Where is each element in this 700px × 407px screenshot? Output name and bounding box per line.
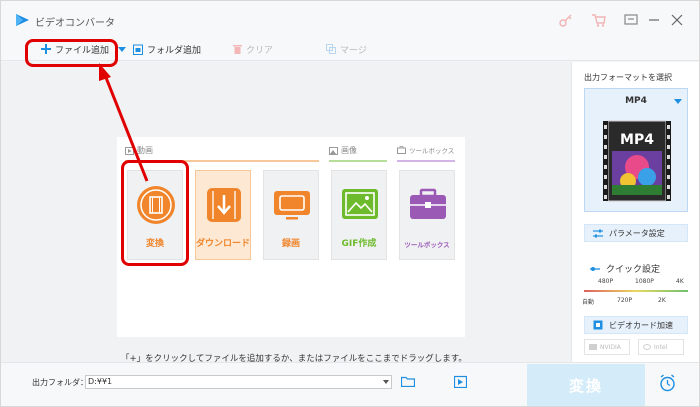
output-folder-dropdown-icon[interactable] — [383, 380, 389, 384]
parameter-settings-button[interactable]: パラメータ設定 — [584, 224, 688, 242]
output-folder-value: D:¥¥1 — [88, 377, 113, 386]
output-folder-label: 出力フォルダ： — [32, 378, 88, 387]
nvidia-badge: NVIDIA — [584, 339, 630, 355]
add-folder-label: フォルダ追加 — [147, 45, 202, 56]
output-sidebar: 出力フォーマットを選択 MP4 MP4 パラメータ設定 クイック設定 480P … — [571, 62, 699, 362]
clear-button[interactable]: クリア — [233, 41, 273, 57]
toolbox-card-label: ツールボックス — [404, 241, 450, 249]
annotation-highlight-add-file — [25, 39, 118, 67]
intel-icon — [643, 344, 651, 350]
key-icon[interactable] — [558, 12, 574, 28]
convert-button[interactable]: 変換 — [527, 364, 645, 406]
intel-label: Intel — [654, 343, 668, 351]
quality-tick-2k: 2K — [658, 297, 666, 304]
bottom-bar: 出力フォルダ： D:¥¥1 変換 — [1, 362, 699, 406]
mp4-thumbnail-text: MP4 — [620, 132, 654, 148]
download-card-label: ダウンロード — [196, 239, 251, 249]
minimize-icon[interactable] — [646, 12, 662, 28]
app-window: ビデオコンバータ ファイル追加 フォルダ追加 クリア マージ 動画 画像 ツール… — [0, 0, 700, 407]
folder-add-icon — [133, 44, 143, 55]
clear-label: クリア — [246, 45, 274, 56]
merge-button[interactable]: マージ — [326, 41, 367, 57]
browse-folder-icon[interactable] — [401, 376, 415, 387]
download-card[interactable]: ダウンロード — [195, 170, 251, 260]
quality-tick-480p: 480P — [598, 278, 614, 285]
gpu-icon — [593, 320, 603, 330]
category-toolbox-label: ツールボックス — [409, 147, 455, 155]
trash-icon — [233, 45, 242, 54]
intel-badge: Intel — [638, 339, 684, 355]
merge-icon — [326, 44, 336, 54]
gif-card[interactable]: GIF作成 — [331, 170, 387, 260]
mp4-thumbnail-icon: MP4 — [603, 120, 671, 202]
quality-tick-auto: 自動 — [582, 299, 595, 306]
quality-tick-1080p: 1080P — [635, 278, 654, 285]
screen-record-icon — [274, 191, 310, 220]
close-icon[interactable] — [669, 12, 685, 28]
sliders-icon — [593, 229, 603, 237]
video-category-icon — [125, 146, 134, 155]
quality-tick-4k: 4K — [676, 278, 684, 285]
app-title: ビデオコンバータ — [35, 18, 115, 29]
toolbox-icon — [410, 188, 446, 219]
quick-settings-icon — [590, 266, 600, 271]
nvidia-icon — [589, 344, 597, 350]
gif-image-icon — [342, 189, 378, 219]
toolbox-category-line — [397, 160, 455, 162]
app-logo-icon — [16, 14, 29, 26]
category-video-label: 動画 — [137, 146, 153, 155]
category-video: 動画 — [125, 145, 153, 156]
title-bar: ビデオコンバータ — [1, 1, 699, 37]
record-card[interactable]: 録画 — [263, 170, 319, 260]
nvidia-label: NVIDIA — [600, 343, 621, 351]
parameter-settings-label: パラメータ設定 — [609, 228, 665, 238]
quality-tick-720p: 720P — [617, 297, 633, 304]
merge-label: マージ — [340, 45, 367, 56]
category-image-label: 画像 — [341, 146, 357, 155]
record-card-label: 録画 — [281, 239, 300, 249]
format-name: MP4 — [625, 96, 647, 106]
gpu-acceleration-button[interactable]: ビデオカード加速 — [584, 316, 688, 334]
feedback-icon[interactable] — [623, 12, 639, 28]
toolbox-card[interactable]: ツールボックス — [399, 170, 455, 260]
format-dropdown-icon — [674, 99, 682, 104]
image-category-line — [329, 160, 387, 162]
format-selector[interactable]: MP4 MP4 — [584, 88, 688, 212]
annotation-highlight-convert-card — [121, 160, 189, 266]
cart-icon[interactable] — [591, 12, 607, 28]
quick-settings-label: クイック設定 — [606, 265, 661, 275]
add-file-dropdown-icon[interactable] — [118, 47, 126, 53]
image-category-icon — [329, 146, 338, 155]
category-image: 画像 — [329, 145, 357, 156]
toolbox-category-icon — [397, 146, 406, 154]
quick-settings: クイック設定 — [590, 262, 660, 275]
main-area[interactable]: 動画 画像 ツールボックス 変換 ダウンロード 録画 GIF作成 ツールボックス… — [1, 62, 571, 364]
add-folder-button[interactable]: フォルダ追加 — [133, 41, 201, 57]
gif-card-label: GIF作成 — [341, 239, 377, 249]
alarm-clock-icon[interactable] — [659, 374, 676, 392]
output-format-title: 出力フォーマットを選択 — [584, 73, 672, 82]
gpu-acceleration-label: ビデオカード加速 — [609, 320, 673, 330]
quality-slider[interactable] — [584, 290, 688, 292]
open-output-folder-icon[interactable] — [454, 375, 467, 388]
output-folder-field[interactable]: D:¥¥1 — [85, 375, 392, 389]
download-icon — [207, 188, 241, 222]
category-toolbox: ツールボックス — [397, 145, 454, 155]
